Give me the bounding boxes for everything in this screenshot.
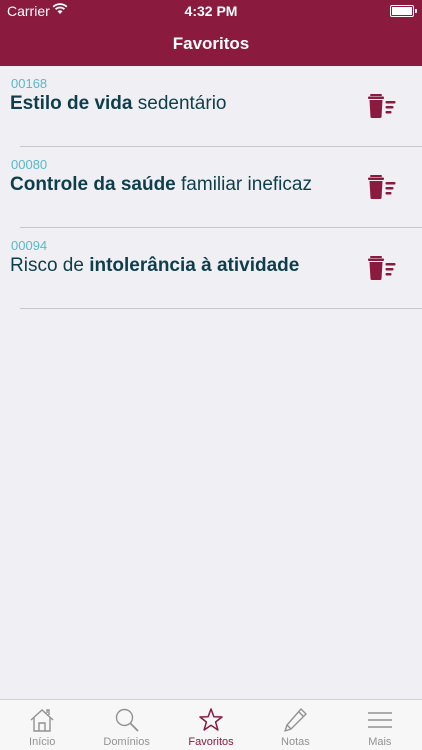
tab-notas[interactable]: Notas xyxy=(253,700,337,750)
tab-label: Mais xyxy=(368,736,392,748)
tab-inicio[interactable]: Início xyxy=(0,700,84,750)
search-icon xyxy=(115,708,139,732)
status-bar: Carrier 4:32 PM xyxy=(0,0,422,22)
diagnosis-title: Risco de intolerância à atividade xyxy=(10,255,300,276)
pencil-icon xyxy=(284,708,308,732)
tab-bar: Início Domínios Favoritos Notas Mais xyxy=(0,699,422,750)
star-icon xyxy=(199,708,223,731)
tab-label: Favoritos xyxy=(188,736,234,748)
diagnosis-title: Estilo de vida sedentário xyxy=(10,93,227,114)
diagnosis-code: 00080 xyxy=(11,157,48,172)
tab-favoritos[interactable]: Favoritos xyxy=(169,700,253,750)
diagnosis-code: 00168 xyxy=(11,76,48,91)
menu-icon xyxy=(367,712,392,728)
delete-icon[interactable] xyxy=(367,174,397,200)
tab-mais[interactable]: Mais xyxy=(338,700,422,750)
tab-label: Domínios xyxy=(103,736,150,748)
row-divider xyxy=(20,308,422,309)
battery-icon xyxy=(390,5,417,17)
tab-dominios[interactable]: Domínios xyxy=(84,700,168,750)
diagnosis-title: Controle da saúde familiar ineficaz xyxy=(10,174,312,195)
delete-icon[interactable] xyxy=(367,93,397,119)
tab-label: Início xyxy=(29,736,56,748)
diagnosis-code: 00094 xyxy=(11,238,48,253)
list-item[interactable]: 00094 Risco de intolerância à atividade xyxy=(0,228,422,309)
list-item[interactable]: 00168 Estilo de vida sedentário xyxy=(0,66,422,147)
tab-label: Notas xyxy=(281,736,310,748)
home-icon xyxy=(30,709,54,732)
page-title: Favoritos xyxy=(172,34,250,53)
delete-icon[interactable] xyxy=(367,255,397,281)
navigation-bar: Favoritos xyxy=(0,22,422,66)
list-item[interactable]: 00080 Controle da saúde familiar inefica… xyxy=(0,147,422,228)
clock: 4:32 PM xyxy=(184,3,238,19)
favorites-list: 00168 Estilo de vida sedentário 00080 Co… xyxy=(0,66,422,309)
